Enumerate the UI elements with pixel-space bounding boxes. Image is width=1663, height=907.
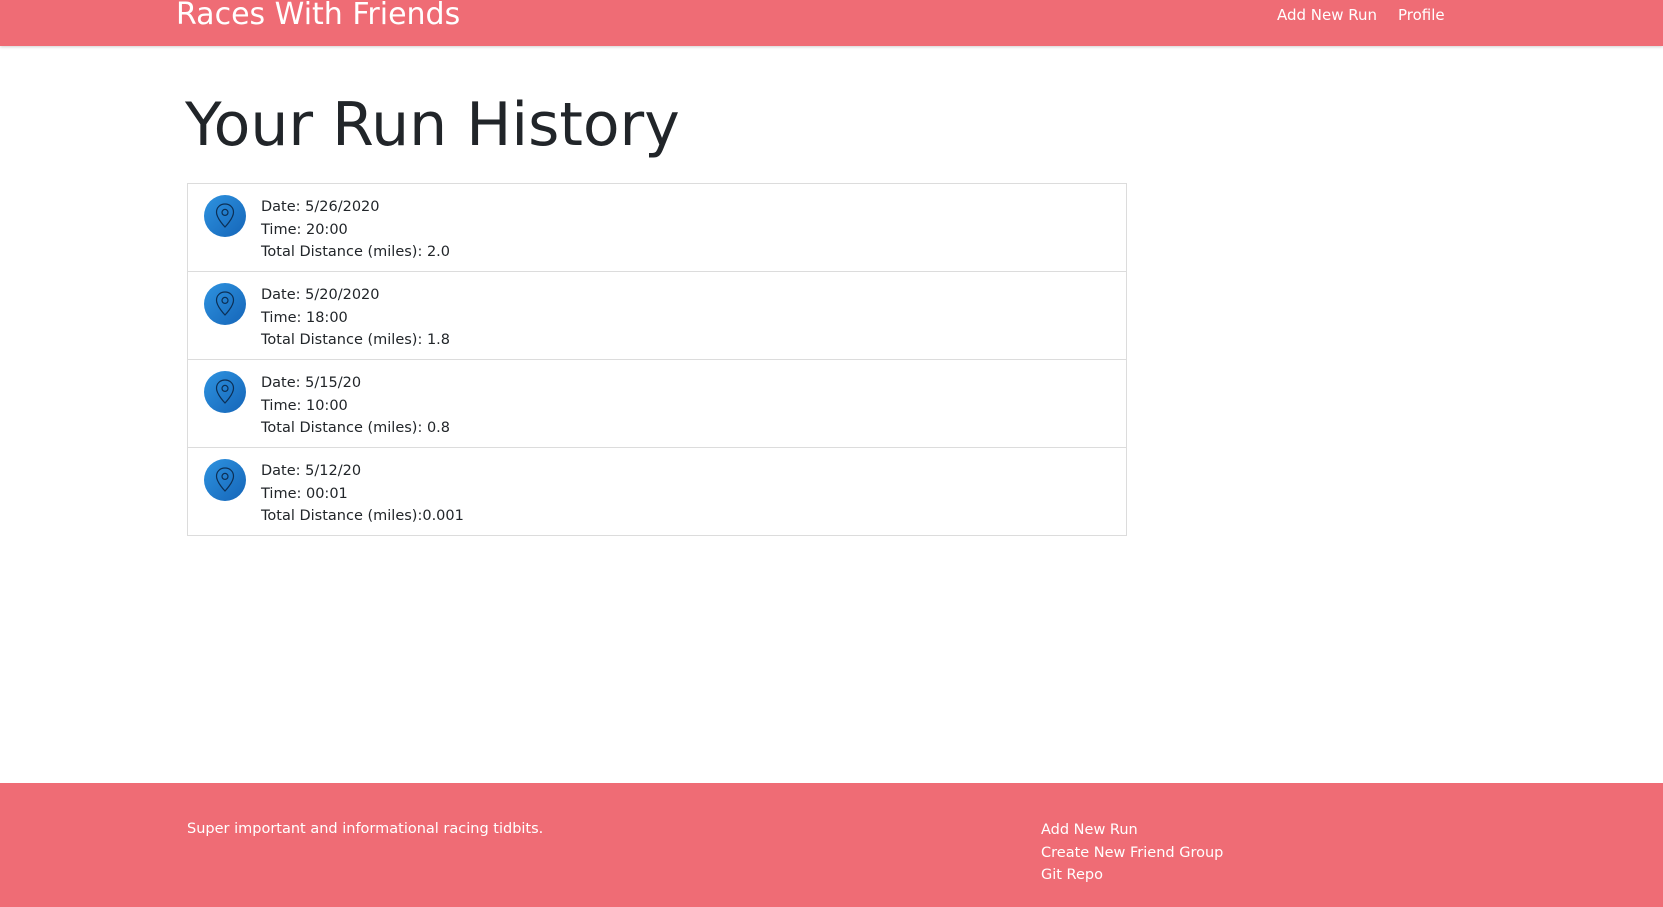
run-list-item[interactable]: Date: 5/15/20 Time: 10:00 Total Distance… — [188, 360, 1126, 448]
run-date: Date: 5/12/20 — [261, 463, 362, 479]
run-list-item[interactable]: Date: 5/20/2020 Time: 18:00 Total Distan… — [188, 272, 1126, 360]
run-time: Time: 00:01 — [261, 485, 348, 502]
run-details: Date: 5/15/20 Time: 10:00 Total Distance… — [261, 372, 450, 440]
run-history-list: Date: 5/26/2020 Time: 20:00 Total Distan… — [187, 183, 1127, 536]
run-distance: Total Distance (miles): 0.8 — [261, 420, 451, 436]
nav-add-new-run-link[interactable]: Add New Run — [1277, 5, 1377, 25]
footer-tagline: Super important and informational racing… — [187, 821, 544, 837]
map-pin-icon — [204, 371, 246, 413]
footer-git-repo-link[interactable]: Git Repo — [1041, 864, 1223, 887]
map-pin-icon — [204, 283, 246, 325]
run-time: Time: 10:00 — [261, 397, 348, 414]
run-date: Date: 5/20/2020 — [261, 287, 380, 303]
footer-links: Add New Run Create New Friend Group Git … — [1041, 819, 1223, 887]
brand-link[interactable]: Races With Friends — [176, 0, 460, 33]
run-distance: Total Distance (miles): 1.8 — [261, 332, 451, 348]
run-list-item[interactable]: Date: 5/12/20 Time: 00:01 Total Distance… — [188, 448, 1126, 535]
map-pin-icon — [204, 195, 246, 237]
page-footer: Super important and informational racing… — [0, 783, 1663, 907]
run-distance: Total Distance (miles):0.001 — [261, 508, 464, 524]
run-date: Date: 5/15/20 — [261, 375, 362, 391]
footer-create-friend-group-link[interactable]: Create New Friend Group — [1041, 842, 1223, 865]
run-details: Date: 5/12/20 Time: 00:01 Total Distance… — [261, 460, 464, 528]
run-date: Date: 5/26/2020 — [261, 199, 380, 215]
top-navbar: Races With Friends Add New Run Profile — [0, 0, 1663, 46]
run-time: Time: 20:00 — [261, 221, 348, 238]
map-pin-icon — [204, 459, 246, 501]
nav-profile-link[interactable]: Profile — [1398, 5, 1445, 25]
run-details: Date: 5/26/2020 Time: 20:00 Total Distan… — [261, 196, 450, 264]
run-distance: Total Distance (miles): 2.0 — [261, 244, 451, 260]
run-time: Time: 18:00 — [261, 309, 348, 326]
footer-add-new-run-link[interactable]: Add New Run — [1041, 819, 1223, 842]
run-list-item[interactable]: Date: 5/26/2020 Time: 20:00 Total Distan… — [188, 184, 1126, 272]
run-details: Date: 5/20/2020 Time: 18:00 Total Distan… — [261, 284, 450, 352]
page-title: Your Run History — [185, 90, 680, 160]
